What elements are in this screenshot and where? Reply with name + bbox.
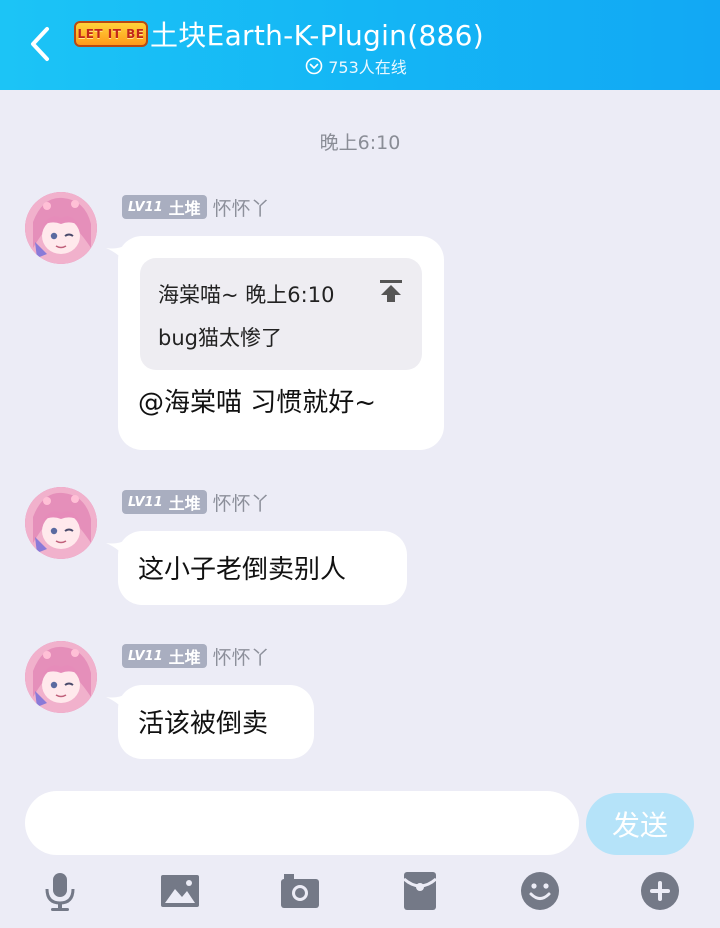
plus-icon[interactable] [639,870,681,912]
chevron-down-circle-icon [305,57,323,75]
chat-title[interactable]: LET IT BE 土块Earth-K-Plugin(886) [74,14,484,54]
message-text: 这小子老倒卖别人 [138,555,347,585]
message-text: @海棠喵 习惯就好~ [138,388,377,418]
avatar[interactable] [25,192,97,264]
input-bar: 发送 [0,780,720,928]
quote-header: 海棠喵~ 晚上6:10 [158,283,335,307]
time-separator: 晚上6:10 [319,132,401,154]
avatar[interactable] [25,641,97,713]
sender-meta: LV11 土堆 怀怀丫 [122,194,270,220]
group-name: 土块Earth-K-Plugin(886) [150,19,485,52]
message-bubble[interactable]: 活该被倒卖 [118,685,314,759]
group-logo: LET IT BE [74,21,148,47]
avatar[interactable] [25,487,97,559]
level-badge: LV11 土堆 [122,644,207,668]
chat-header: LET IT BE 土块Earth-K-Plugin(886) 753人在线 [0,0,720,90]
jump-to-top-icon[interactable] [378,278,404,304]
message-bubble[interactable]: 海棠喵~ 晚上6:10 bug猫太惨了 @海棠喵 习惯就好~ [118,236,444,450]
quote-body: bug猫太惨了 [158,326,282,350]
red-packet-icon[interactable] [399,870,441,912]
sender-meta: LV11 土堆 怀怀丫 [122,643,270,669]
image-icon[interactable] [159,870,201,912]
message-text: 活该被倒卖 [138,709,269,739]
camera-icon[interactable] [279,870,321,912]
emoji-icon[interactable] [519,870,561,912]
sender-nickname[interactable]: 怀怀丫 [213,194,270,221]
online-status[interactable]: 753人在线 [0,54,720,78]
message-bubble[interactable]: 这小子老倒卖别人 [118,531,407,605]
online-count: 753人在线 [328,58,407,77]
message-input[interactable] [25,791,579,855]
sender-meta: LV11 土堆 怀怀丫 [122,489,270,515]
level-badge: LV11 土堆 [122,195,207,219]
sender-nickname[interactable]: 怀怀丫 [213,643,270,670]
sender-nickname[interactable]: 怀怀丫 [213,489,270,516]
microphone-icon[interactable] [39,870,81,912]
send-button[interactable]: 发送 [586,793,694,855]
quoted-message[interactable]: 海棠喵~ 晚上6:10 bug猫太惨了 [140,258,422,370]
level-badge: LV11 土堆 [122,490,207,514]
